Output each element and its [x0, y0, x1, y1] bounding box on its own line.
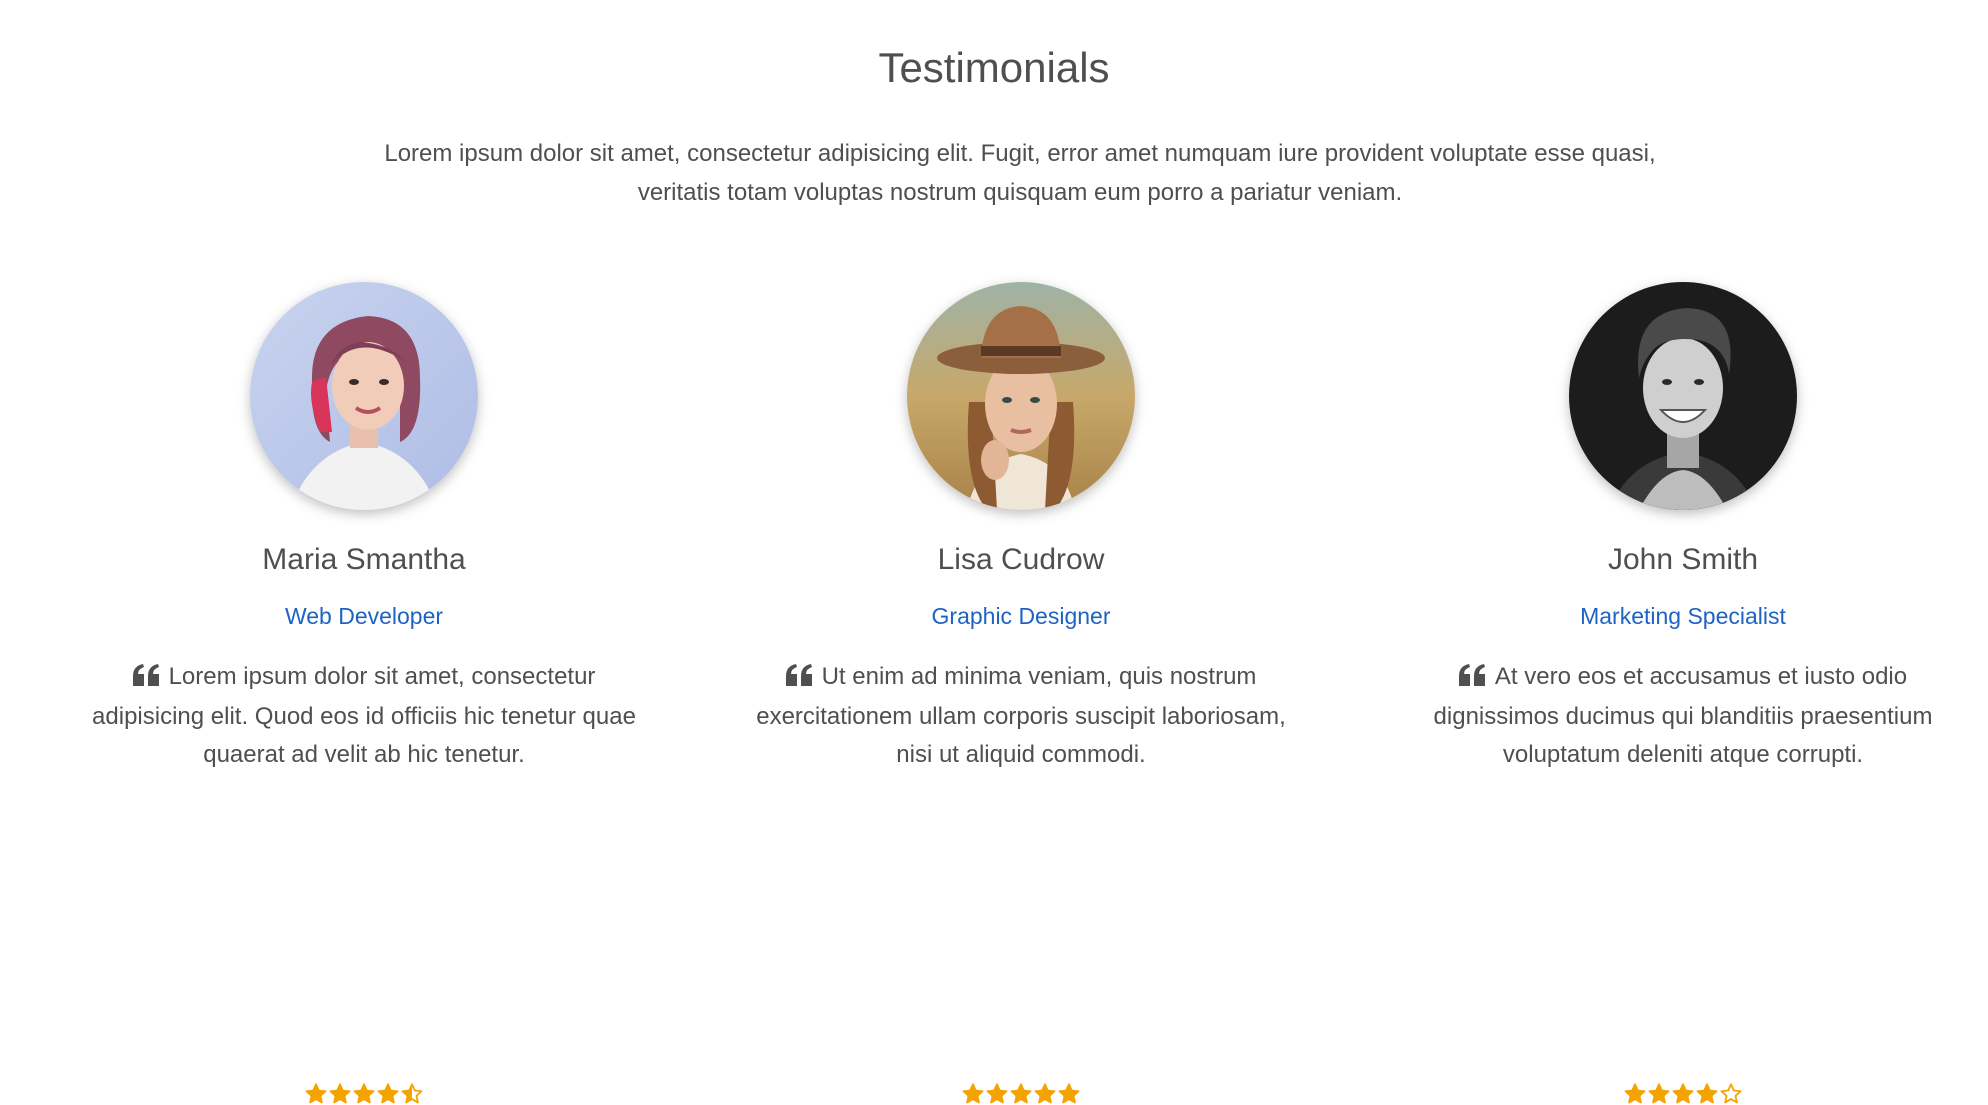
avatar: [250, 282, 478, 510]
testimonial-quote: Lorem ipsum dolor sit amet, consectetur …: [84, 658, 644, 774]
star-full-icon: [1058, 1083, 1080, 1104]
testimonial-quote: Ut enim ad minima veniam, quis nostrum e…: [741, 658, 1301, 774]
avatar: [1569, 282, 1797, 510]
quote-icon: [132, 660, 159, 698]
testimonial-name: John Smith: [1607, 543, 1759, 576]
section-intro: Lorem ipsum dolor sit amet, consectetur …: [384, 140, 1656, 206]
quote-text: Lorem ipsum dolor sit amet, consectetur …: [92, 663, 636, 768]
testimonial-card: Lisa Cudrow Graphic Designer Ut enim ad …: [731, 282, 1311, 1104]
star-full-icon: [329, 1083, 351, 1104]
testimonial-role: Graphic Designer: [931, 603, 1111, 629]
star-full-icon: [1672, 1083, 1694, 1104]
star-full-icon: [962, 1083, 984, 1104]
quote-icon: [1458, 660, 1485, 698]
testimonial-card: John Smith Marketing Specialist At vero …: [1393, 282, 1973, 1104]
star-half-icon: [401, 1083, 423, 1104]
woman-portrait-icon: [250, 282, 478, 510]
star-full-icon: [1696, 1083, 1718, 1104]
star-full-icon: [1648, 1083, 1670, 1104]
testimonial-quote: At vero eos et accusamus et iusto odio d…: [1418, 658, 1948, 774]
star-full-icon: [1624, 1083, 1646, 1104]
star-full-icon: [1010, 1083, 1032, 1104]
testimonial-name: Lisa Cudrow: [937, 543, 1105, 576]
section-title: Testimonials: [878, 44, 1110, 91]
avatar: [907, 282, 1135, 510]
star-full-icon: [986, 1083, 1008, 1104]
woman-hat-portrait-icon: [907, 282, 1135, 510]
quote-text: Ut enim ad minima veniam, quis nostrum e…: [756, 663, 1286, 768]
star-full-icon: [1034, 1083, 1056, 1104]
star-empty-icon: [1720, 1083, 1742, 1104]
star-rating: [731, 1083, 1311, 1105]
star-rating: [74, 1083, 654, 1105]
star-full-icon: [377, 1083, 399, 1104]
quote-icon: [785, 660, 812, 698]
testimonial-role: Marketing Specialist: [1580, 603, 1786, 629]
testimonial-card: Maria Smantha Web Developer Lorem ipsum …: [74, 282, 654, 1104]
testimonial-role: Web Developer: [284, 603, 444, 629]
quote-text: At vero eos et accusamus et iusto odio d…: [1433, 663, 1933, 768]
testimonials-section: Testimonials Lorem ipsum dolor sit amet,…: [0, 0, 1988, 1104]
star-full-icon: [353, 1083, 375, 1104]
man-portrait-icon: [1569, 282, 1797, 510]
star-full-icon: [305, 1083, 327, 1104]
testimonial-name: Maria Smantha: [262, 543, 466, 576]
star-rating: [1393, 1083, 1973, 1105]
